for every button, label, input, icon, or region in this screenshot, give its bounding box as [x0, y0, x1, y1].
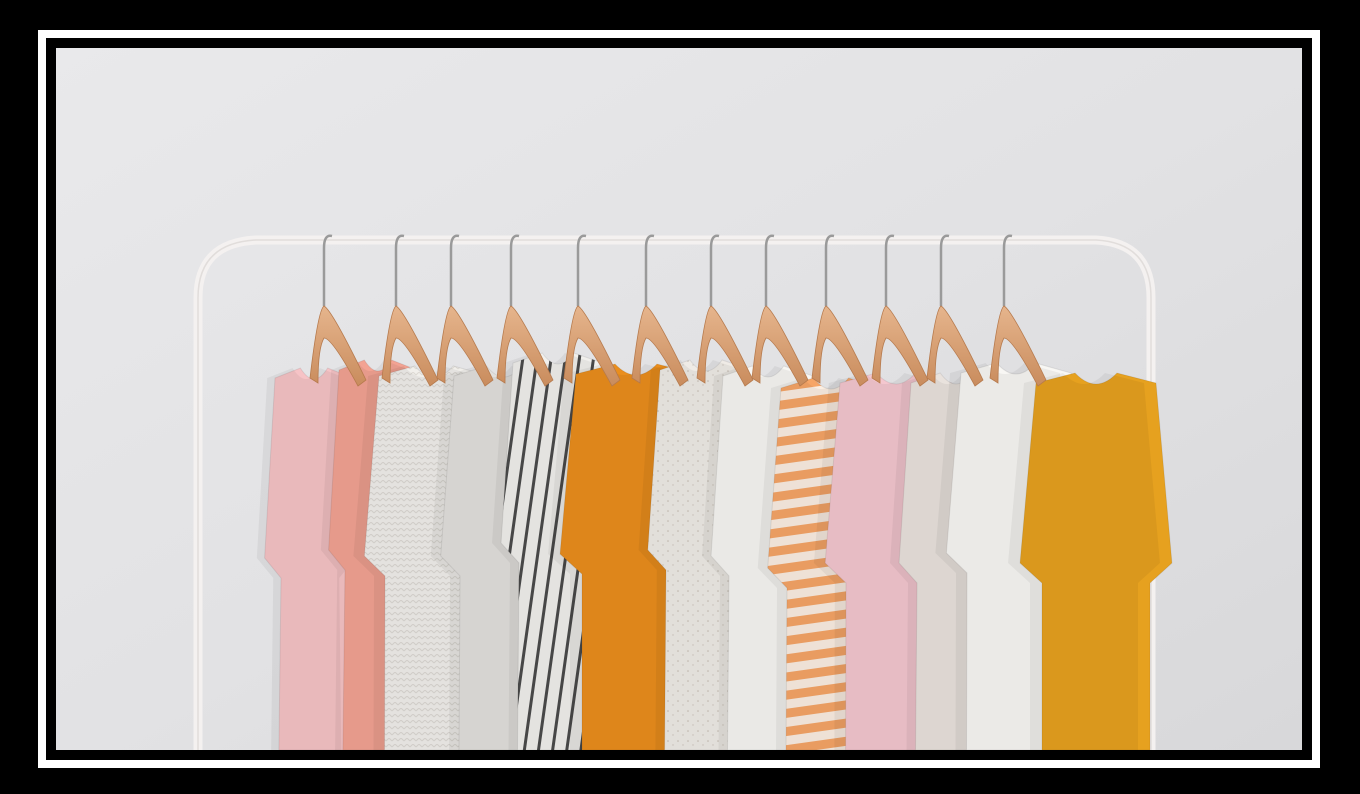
clothes-rack-photo — [56, 48, 1302, 750]
garments — [256, 352, 1173, 750]
photo-scene — [56, 48, 1302, 750]
mustard-dress-shade — [1008, 373, 1160, 750]
